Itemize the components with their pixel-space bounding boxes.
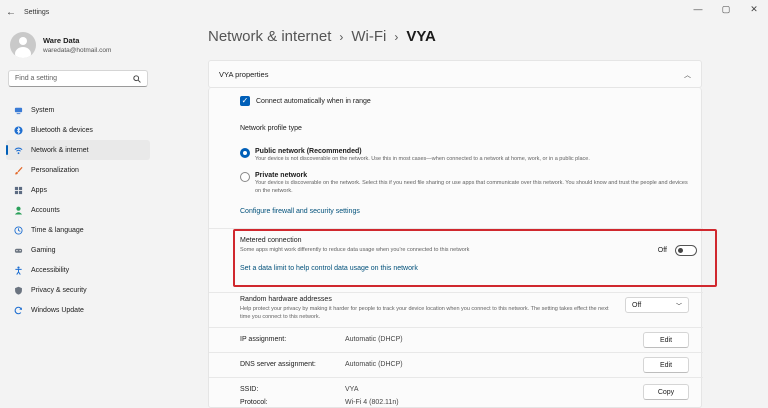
protocol-value: Wi-Fi 4 (802.11n)	[345, 399, 399, 406]
sidebar-item-bluetooth-devices[interactable]: Bluetooth & devices	[6, 120, 150, 140]
private-network-title: Private network	[255, 172, 308, 179]
sidebar-item-windows-update[interactable]: Windows Update	[6, 300, 150, 320]
window-controls: — ▢ ✕	[684, 0, 768, 20]
page-title: VYA	[406, 28, 436, 45]
sidebar-item-privacy-security[interactable]: Privacy & security	[6, 280, 150, 300]
protocol-label: Protocol:	[240, 399, 268, 406]
accounts-icon	[14, 206, 23, 215]
radio-selected-icon	[240, 148, 250, 158]
user-profile[interactable]: Ware Data waredata@hotmail.com	[10, 32, 111, 58]
sidebar-item-label: Personalization	[31, 166, 79, 174]
properties-header[interactable]: VYA properties ︿	[208, 60, 702, 88]
sidebar-item-label: Time & language	[31, 226, 84, 234]
dns-label: DNS server assignment:	[240, 361, 316, 368]
close-button[interactable]: ✕	[740, 0, 768, 20]
sidebar-item-label: System	[31, 106, 55, 114]
public-network-desc: Your device is not discoverable on the n…	[255, 156, 590, 162]
sidebar-item-label: Accessibility	[31, 266, 70, 274]
sidebar-item-label: Windows Update	[31, 306, 84, 314]
sidebar-item-network-internet[interactable]: Network & internet	[6, 140, 150, 160]
copy-button[interactable]: Copy	[643, 384, 689, 400]
minimize-button[interactable]: —	[684, 0, 712, 20]
avatar	[10, 32, 36, 58]
update-icon	[14, 306, 22, 314]
checkmark-icon: ✓	[240, 96, 250, 106]
ssid-label: SSID:	[240, 386, 259, 393]
ip-value: Automatic (DHCP)	[345, 336, 403, 343]
profile-email: waredata@hotmail.com	[43, 47, 112, 54]
radio-unselected-icon	[240, 172, 250, 182]
breadcrumb-wifi[interactable]: Wi-Fi	[351, 28, 386, 45]
sidebar-item-label: Privacy & security	[31, 286, 87, 294]
bluetooth-icon	[14, 125, 23, 135]
data-limit-link[interactable]: Set a data limit to help control data us…	[240, 265, 418, 272]
ip-edit-button[interactable]: Edit	[643, 332, 689, 348]
wifi-icon	[14, 146, 23, 154]
random-hw-title: Random hardware addresses	[240, 296, 332, 303]
ssid-row: SSID: VYA Protocol: Wi-Fi 4 (802.11n) Co…	[209, 378, 703, 408]
breadcrumb-separator: ›	[394, 29, 399, 44]
metered-state: Off	[657, 247, 667, 254]
sidebar-item-label: Bluetooth & devices	[31, 126, 93, 134]
metered-title: Metered connection	[240, 237, 302, 244]
firewall-settings-link[interactable]: Configure firewall and security settings	[240, 208, 360, 215]
accessibility-icon	[15, 266, 22, 275]
sidebar-nav: System Bluetooth & devices Network & inter…	[6, 100, 150, 320]
breadcrumb: Network & internet › Wi-Fi › VYA	[208, 28, 436, 45]
gamepad-icon	[14, 248, 23, 253]
search-icon	[133, 74, 141, 83]
shield-icon	[15, 286, 22, 295]
sidebar-item-system[interactable]: System	[6, 100, 150, 120]
properties-title: VYA properties	[219, 69, 269, 79]
public-network-title: Public network (Recommended)	[255, 148, 362, 155]
metered-desc: Some apps might work differently to redu…	[240, 247, 470, 253]
dns-edit-button[interactable]: Edit	[643, 357, 689, 373]
sidebar-item-apps[interactable]: Apps	[6, 180, 150, 200]
sidebar-item-gaming[interactable]: Gaming	[6, 240, 150, 260]
sidebar-item-accounts[interactable]: Accounts	[6, 200, 150, 220]
properties-panel: ✓ Connect automatically when in range Ne…	[208, 88, 717, 408]
sidebar: Ware Data waredata@hotmail.com Find a se…	[0, 24, 160, 408]
metered-toggle[interactable]	[675, 245, 697, 256]
search-placeholder: Find a setting	[15, 75, 58, 82]
sidebar-item-personalization[interactable]: Personalization	[6, 160, 150, 180]
sidebar-item-label: Apps	[31, 186, 47, 194]
dns-row: DNS server assignment: Automatic (DHCP) …	[209, 353, 703, 377]
private-network-desc: Your device is discoverable on the netwo…	[255, 180, 688, 194]
search-input[interactable]: Find a setting	[8, 70, 148, 87]
random-hw-value: Off	[632, 301, 642, 309]
sidebar-item-label: Accounts	[31, 206, 60, 214]
brush-icon	[15, 166, 23, 175]
globe-clock-icon	[14, 225, 23, 235]
sidebar-item-label: Gaming	[31, 246, 56, 254]
auto-connect-checkbox[interactable]: ✓ Connect automatically when in range	[240, 96, 371, 106]
public-network-radio[interactable]: Public network (Recommended) Your device…	[240, 148, 690, 163]
system-icon	[14, 107, 23, 114]
metered-connection-highlight: Metered connection Some apps might work …	[233, 229, 717, 287]
back-arrow-icon[interactable]: ←	[0, 7, 22, 18]
private-network-radio[interactable]: Private network Your device is discovera…	[240, 172, 690, 195]
maximize-button[interactable]: ▢	[712, 0, 740, 20]
metered-toggle-group[interactable]: Off	[658, 245, 697, 256]
ip-label: IP assignment:	[240, 336, 287, 343]
random-hw-desc: Help protect your privacy by making it h…	[240, 306, 609, 320]
main-content: Network & internet › Wi-Fi › VYA VYA pro…	[160, 24, 768, 408]
app-title: Settings	[24, 8, 50, 16]
apps-icon	[14, 186, 23, 194]
profile-name: Ware Data	[43, 36, 80, 45]
ip-row: IP assignment: Automatic (DHCP) Edit	[209, 328, 703, 352]
random-hw-select[interactable]: Off ﹀	[625, 297, 689, 313]
title-bar: ← Settings — ▢ ✕	[0, 0, 768, 24]
chevron-down-icon: ﹀	[675, 303, 682, 310]
profile-type-label: Network profile type	[240, 125, 302, 132]
auto-connect-label: Connect automatically when in range	[256, 97, 371, 105]
sidebar-item-label: Network & internet	[31, 146, 89, 154]
breadcrumb-network[interactable]: Network & internet	[208, 28, 331, 45]
sidebar-item-accessibility[interactable]: Accessibility	[6, 260, 150, 280]
dns-value: Automatic (DHCP)	[345, 361, 403, 368]
sidebar-item-time-language[interactable]: Time & language	[6, 220, 150, 240]
chevron-up-icon[interactable]: ︿	[684, 70, 691, 80]
breadcrumb-separator: ›	[339, 29, 344, 44]
ssid-value: VYA	[345, 386, 359, 393]
